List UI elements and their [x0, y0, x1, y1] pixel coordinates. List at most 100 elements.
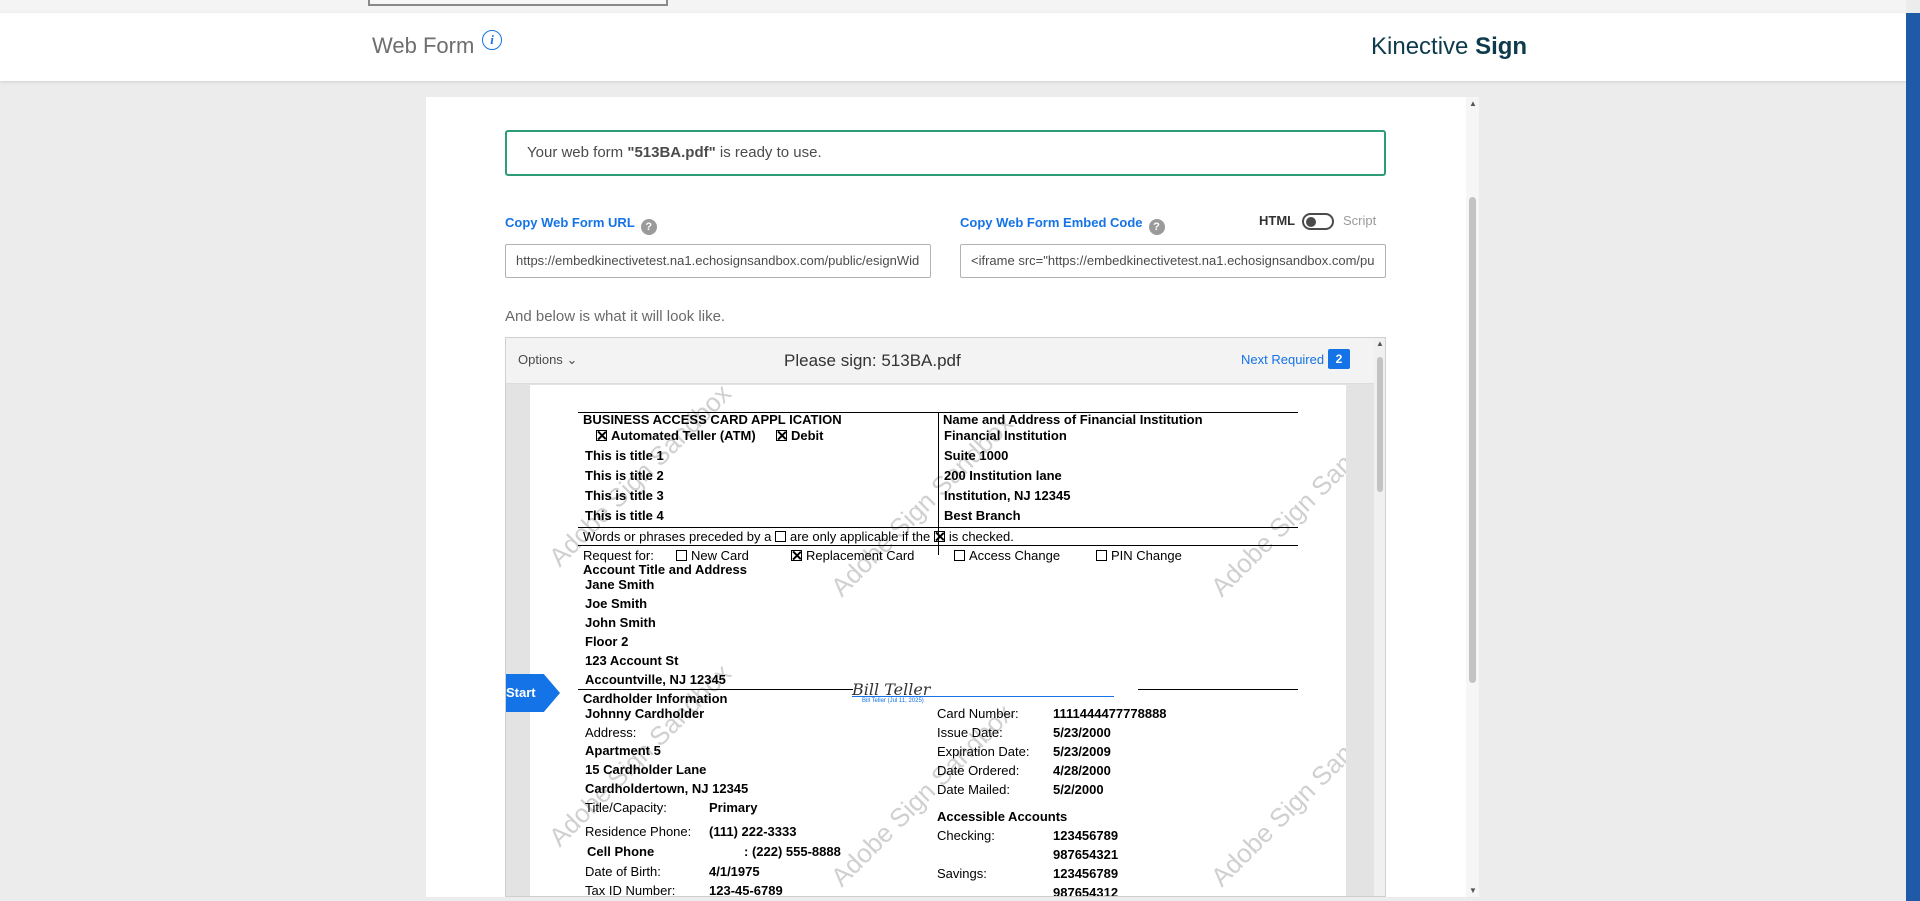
signature-line: [852, 696, 1114, 697]
fi-line: Institution, NJ 12345: [944, 488, 1071, 503]
fi-line: 200 Institution lane: [944, 468, 1062, 483]
checkbox-checked: [791, 550, 802, 561]
html-script-toggle[interactable]: [1302, 213, 1334, 230]
checking-value: 123456789: [1053, 828, 1119, 843]
toggle-script-label: Script: [1343, 213, 1377, 228]
brand-regular: Kinective: [1371, 33, 1476, 60]
page-header: Web Form i Kinective Sign: [0, 13, 1906, 81]
card-number-label: Card Number:: [937, 706, 1019, 721]
scroll-thumb[interactable]: [1377, 357, 1383, 492]
ready-suffix: is ready to use.: [715, 144, 822, 161]
card-number-value: 1111444477778888: [1053, 706, 1167, 721]
savings-label: Savings:: [937, 866, 987, 881]
embed-label-text: Copy Web Form Embed Code: [960, 215, 1143, 230]
watermark: Adobe Sign Sandbox: [1204, 698, 1346, 893]
scroll-down-icon[interactable]: ▼: [1469, 886, 1477, 895]
ready-filename: "513BA.pdf": [627, 144, 716, 161]
brand-logo: Kinective Sign: [1371, 33, 1527, 61]
scroll-up-icon[interactable]: ▲: [1376, 339, 1384, 348]
cell-label: Cell Phone: [587, 844, 655, 859]
next-required-link[interactable]: Next Required: [1241, 352, 1324, 367]
fi-line: Suite 1000: [944, 448, 1009, 463]
access-change-label: Access Change: [969, 548, 1061, 563]
title-line: This is title 4: [585, 508, 664, 523]
toggle-html-label: HTML: [1259, 213, 1296, 228]
dob-value: 4/1/1975: [709, 864, 760, 879]
cardholder-name: Johnny Cardholder: [585, 706, 705, 721]
title-capacity-value: Primary: [709, 800, 758, 815]
dob-label: Date of Birth:: [585, 864, 661, 879]
title-line: This is title 1: [585, 448, 664, 463]
web-form-url-input[interactable]: https://embedkinectivetest.na1.echosigns…: [505, 244, 931, 278]
preview-toolbar: Options ⌄ Please sign: 513BA.pdf Next Re…: [506, 338, 1374, 384]
residence-label: Residence Phone:: [585, 824, 692, 839]
embed-label: Copy Web Form Embed Code?: [960, 215, 1165, 235]
replacement-label: Replacement Card: [806, 548, 915, 563]
ordered-label: Date Ordered:: [937, 763, 1020, 778]
rule: [578, 545, 1298, 546]
account-line: Floor 2: [585, 634, 629, 649]
account-line: Jane Smith: [585, 577, 655, 592]
atm-option[interactable]: Automated Teller (ATM): [596, 428, 756, 443]
residence-value: (111) 222-3333: [709, 824, 797, 839]
words-note-c: is checked.: [948, 529, 1014, 544]
savings-value: 123456789: [1053, 866, 1119, 881]
preview-intro: And below is what it will look like.: [505, 308, 726, 325]
panel-scrollbar[interactable]: ▲ ▼: [1466, 97, 1479, 897]
words-note: Words or phrases preceded by a are only …: [583, 529, 1014, 544]
request-for-label: Request for:: [583, 548, 654, 563]
pin-change-label: PIN Change: [1111, 548, 1182, 563]
watermark: Adobe Sign Sandbox: [1204, 408, 1346, 603]
checking-value: 987654321: [1053, 847, 1119, 862]
top-tab[interactable]: [368, 0, 668, 6]
title-capacity-label: Title/Capacity:: [585, 800, 667, 815]
rule: [578, 689, 853, 690]
issue-value: 5/23/2000: [1053, 725, 1111, 740]
request-option-replacement[interactable]: Replacement Card: [791, 548, 914, 563]
request-option-new-card[interactable]: New Card: [676, 548, 749, 563]
toggle-knob: [1306, 217, 1316, 227]
debit-option[interactable]: Debit: [776, 428, 824, 443]
account-line: John Smith: [585, 615, 656, 630]
scroll-up-icon[interactable]: ▲: [1469, 99, 1477, 108]
account-line: Accountville, NJ 12345: [585, 672, 726, 687]
accounts-heading: Accessible Accounts: [937, 809, 1068, 824]
rule: [1138, 689, 1298, 690]
ordered-value: 4/28/2000: [1053, 763, 1111, 778]
brand-bold: Sign: [1475, 33, 1528, 60]
account-line: Joe Smith: [585, 596, 648, 611]
help-icon[interactable]: ?: [1148, 219, 1165, 235]
checkbox-empty: [954, 550, 965, 561]
new-card-label: New Card: [691, 548, 749, 563]
top-strip: [0, 0, 1906, 13]
info-icon[interactable]: i: [482, 30, 502, 50]
fi-heading: Name and Address of Financial Institutio…: [943, 412, 1203, 427]
cardholder-heading: Cardholder Information: [583, 691, 728, 706]
address-line: Apartment 5: [585, 743, 661, 758]
embed-code-input[interactable]: <iframe src="https://embedkinectivetest.…: [960, 244, 1386, 278]
fi-line: Best Branch: [944, 508, 1021, 523]
request-option-pin-change[interactable]: PIN Change: [1096, 548, 1182, 563]
title-line: This is title 3: [585, 488, 664, 503]
title-line: This is title 2: [585, 468, 664, 483]
account-line: 123 Account St: [585, 653, 679, 668]
request-option-access-change[interactable]: Access Change: [954, 548, 1060, 563]
signature-caption: Bill Teller (Jul 11, 2025): [862, 698, 924, 704]
form-heading: BUSINESS ACCESS CARD APPL ICATION: [583, 412, 842, 427]
scroll-thumb[interactable]: [1469, 197, 1476, 683]
checkbox-empty: [1096, 550, 1107, 561]
right-edge-bar: [1906, 13, 1920, 901]
cell-value: : (222) 555-8888: [744, 844, 841, 859]
checkbox-checked: [596, 430, 607, 441]
debit-label: Debit: [791, 428, 824, 443]
address-line: Cardholdertown, NJ 12345: [585, 781, 749, 796]
help-icon[interactable]: ?: [640, 219, 657, 235]
preview-scrollbar[interactable]: ▲: [1374, 338, 1385, 896]
expiration-label: Expiration Date:: [937, 744, 1030, 759]
options-dropdown[interactable]: Options ⌄: [518, 352, 577, 368]
checking-label: Checking:: [937, 828, 995, 843]
next-required-count: 2: [1328, 349, 1350, 369]
document-page: Adobe Sign Sandbox Adobe Sign Sandbox Ad…: [530, 385, 1346, 896]
ready-prefix: Your web form: [527, 144, 628, 161]
address-line: 15 Cardholder Lane: [585, 762, 707, 777]
